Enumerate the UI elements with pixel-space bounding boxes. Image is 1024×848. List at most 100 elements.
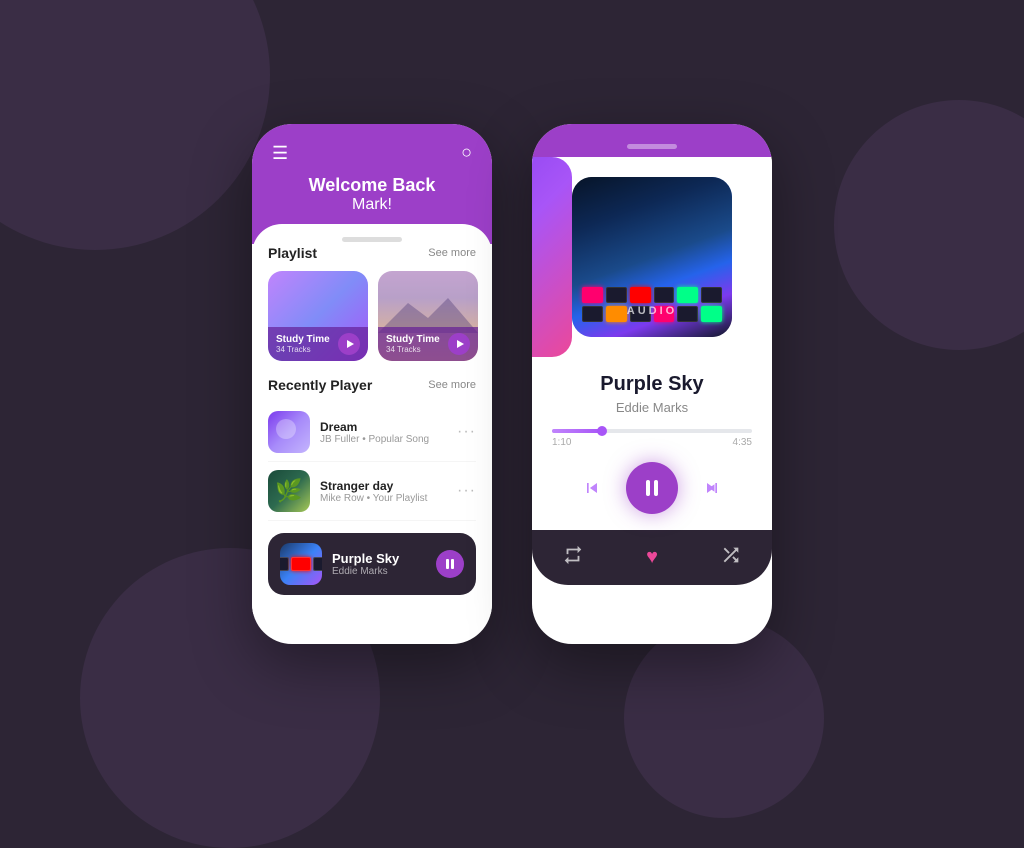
- pause-bar-large-1: [646, 480, 650, 496]
- now-playing-bar[interactable]: Purple Sky Eddie Marks: [268, 533, 476, 595]
- time-total: 4:35: [733, 437, 752, 448]
- key-2: [280, 557, 289, 571]
- key-4: [313, 557, 322, 571]
- pause-icon: [446, 559, 454, 569]
- k3: [630, 287, 651, 303]
- key-3: [291, 557, 311, 571]
- song-info-dream: Dream JB Fuller • Popular Song: [320, 420, 457, 445]
- time-row: 1:10 4:35: [552, 437, 752, 448]
- time-current: 1:10: [552, 437, 571, 448]
- repeat-button[interactable]: [562, 544, 584, 571]
- phones-container: ☰ ○ Welcome Back Mark! Playlist See more: [252, 124, 772, 644]
- welcome-subtitle: Mark!: [272, 196, 472, 214]
- prev-icon: [582, 478, 602, 498]
- progress-bar-track[interactable]: [552, 429, 752, 433]
- bottom-actions: ♥: [532, 530, 772, 585]
- song-item-stranger[interactable]: 🌿 Stranger day Mike Row • Your Playlist …: [268, 462, 476, 521]
- song-meta-stranger: Mike Row • Your Playlist: [320, 493, 457, 504]
- bg-decoration-4: [624, 618, 824, 818]
- album-art-main: AUDIO: [572, 177, 732, 337]
- playlist-section-header: Playlist See more: [268, 245, 476, 261]
- phone-top-bar: [532, 124, 772, 144]
- song-dots-dream[interactable]: ···: [457, 423, 476, 441]
- phone-speaker: [532, 144, 772, 157]
- playlist-cards: Study Time 34 Tracks: [268, 271, 476, 361]
- now-playing-info: Purple Sky Eddie Marks: [332, 551, 426, 577]
- pause-bar-2: [451, 559, 454, 569]
- progress-bar-fill: [552, 429, 602, 433]
- card-tracks-2: 34 Tracks: [386, 345, 440, 354]
- pause-button[interactable]: [626, 462, 678, 514]
- next-icon: [702, 478, 722, 498]
- phone-left: ☰ ○ Welcome Back Mark! Playlist See more: [252, 124, 492, 644]
- speaker-bar: [627, 144, 677, 149]
- k4: [654, 287, 675, 303]
- track-title: Purple Sky: [552, 373, 752, 396]
- playlist-title: Playlist: [268, 245, 317, 261]
- pause-bar-large-2: [654, 480, 658, 496]
- track-artist: Eddie Marks: [552, 400, 752, 415]
- next-button[interactable]: [702, 478, 722, 498]
- card-text-1: Study Time 34 Tracks: [276, 334, 330, 354]
- album-art-content: AUDIO: [572, 177, 732, 337]
- song-thumb-stranger: 🌿: [268, 470, 310, 512]
- prev-button[interactable]: [582, 478, 602, 498]
- phone-right: AUDIO Purple Sky Eddie Marks 1:10: [532, 124, 772, 644]
- player-section: Purple Sky Eddie Marks 1:10 4:35: [532, 357, 772, 514]
- song-dots-stranger[interactable]: ···: [457, 482, 476, 500]
- side-art-left-bg: [532, 157, 572, 357]
- song-name-stranger: Stranger day: [320, 479, 457, 493]
- bg-decoration-1: [0, 0, 270, 250]
- shuffle-icon: [720, 544, 742, 566]
- song-name-dream: Dream: [320, 420, 457, 434]
- progress-container[interactable]: [552, 429, 752, 433]
- side-art-left: [532, 157, 572, 357]
- k1: [582, 287, 603, 303]
- pause-icon-large: [646, 480, 658, 496]
- now-playing-thumb: [280, 543, 322, 585]
- phone-content: Playlist See more Study Time 34 Tracks: [252, 224, 492, 614]
- heart-button[interactable]: ♥: [646, 546, 658, 569]
- k5: [677, 287, 698, 303]
- welcome-title: Welcome Back: [272, 175, 472, 196]
- song-item-dream[interactable]: Dream JB Fuller • Popular Song ···: [268, 403, 476, 462]
- welcome-text: Welcome Back Mark!: [272, 175, 472, 214]
- now-playing-title: Purple Sky: [332, 551, 426, 566]
- card-title-1: Study Time: [276, 334, 330, 345]
- shuffle-button[interactable]: [720, 544, 742, 571]
- card-overlay-1: Study Time 34 Tracks: [268, 327, 368, 361]
- k8: [606, 306, 627, 322]
- phone-notch: [342, 237, 402, 242]
- recently-title: Recently Player: [268, 377, 372, 393]
- playlist-card-1[interactable]: Study Time 34 Tracks: [268, 271, 368, 361]
- k11: [677, 306, 698, 322]
- leaf-icon: 🌿: [275, 478, 302, 504]
- card-title-2: Study Time: [386, 334, 440, 345]
- hamburger-icon[interactable]: ☰: [272, 144, 288, 162]
- k6: [701, 287, 722, 303]
- audio-label: AUDIO: [627, 305, 677, 317]
- search-icon[interactable]: ○: [461, 142, 472, 163]
- recently-played-section: Recently Player See more Dream JB Fuller…: [268, 377, 476, 521]
- side-art-right: [732, 157, 772, 357]
- playlist-card-2[interactable]: Study Time 34 Tracks: [378, 271, 478, 361]
- playlist-play-btn-1[interactable]: [338, 333, 360, 355]
- card-text-2: Study Time 34 Tracks: [386, 334, 440, 354]
- now-playing-pause-btn[interactable]: [436, 550, 464, 578]
- progress-thumb: [597, 426, 607, 436]
- playlist-play-btn-2[interactable]: [448, 333, 470, 355]
- pause-bar-1: [446, 559, 449, 569]
- song-info-stranger: Stranger day Mike Row • Your Playlist: [320, 479, 457, 504]
- k12: [701, 306, 722, 322]
- card-overlay-2: Study Time 34 Tracks: [378, 327, 478, 361]
- bg-decoration-3: [834, 100, 1024, 350]
- recently-section-header: Recently Player See more: [268, 377, 476, 393]
- card-tracks-1: 34 Tracks: [276, 345, 330, 354]
- playlist-see-more[interactable]: See more: [428, 247, 476, 259]
- keyboard-mini: [280, 547, 322, 581]
- k2: [606, 287, 627, 303]
- recently-see-more[interactable]: See more: [428, 379, 476, 391]
- dream-circle: [276, 419, 296, 439]
- now-playing-artist: Eddie Marks: [332, 566, 426, 577]
- song-thumb-dream: [268, 411, 310, 453]
